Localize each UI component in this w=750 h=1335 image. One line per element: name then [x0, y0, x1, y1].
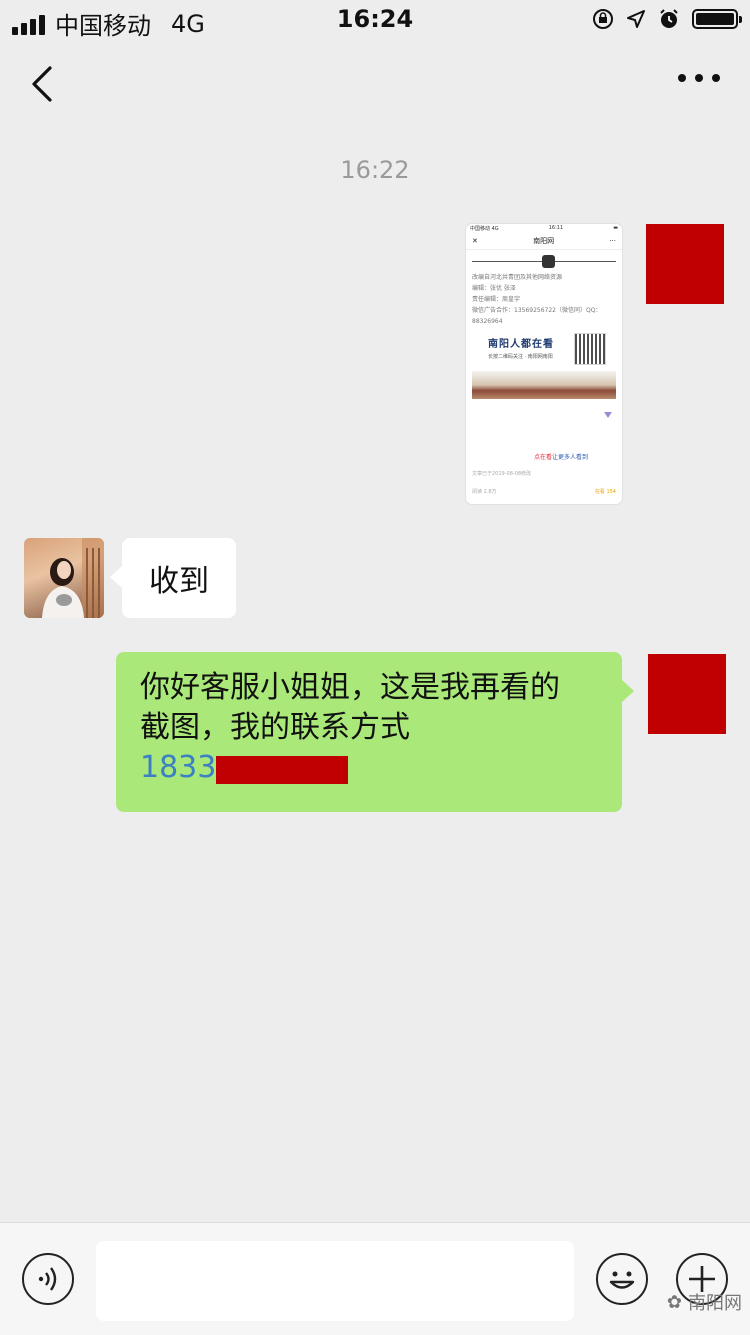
location-icon [627, 10, 645, 28]
shared-screenshot[interactable]: 中国移动 4G 16:11 ▬ ✕ 南阳网 ··· 改编自河北共青团及其他网络资… [466, 224, 622, 504]
mini-wow: 在看 154 [594, 489, 616, 495]
mini-title: 南阳网 [533, 237, 555, 245]
avatar-photo [42, 538, 104, 618]
mini-carrier: 中国移动 4G [470, 226, 499, 232]
sent-message-line: 截图，我的联系方式 [140, 710, 410, 745]
watermark: ✿ 南阳网 [667, 1289, 742, 1315]
voice-icon[interactable] [22, 1253, 74, 1305]
chat-input-bar: ✿ 南阳网 [0, 1222, 750, 1335]
sent-message-line: 你好客服小姐姐，这是我再看的 [140, 670, 560, 705]
phone-number-link[interactable]: 1833 [140, 748, 602, 788]
qr-code-icon [574, 333, 606, 365]
rotation-lock-icon [593, 9, 613, 29]
mini-line: 88326964 [472, 318, 503, 325]
status-icons [592, 8, 742, 30]
wechat-icon: ✿ [666, 1291, 682, 1313]
alarm-icon [660, 9, 678, 28]
message-input[interactable] [96, 1241, 574, 1321]
mini-arrow-icon [604, 412, 612, 418]
mini-battery-icon: ▬ [613, 225, 618, 231]
mini-banner: 南阳人都在看 长按二维码关注 · 南阳网南阳 [472, 331, 616, 371]
mini-navbar: ✕ 南阳网 ··· [466, 233, 622, 250]
mini-gate-image [472, 371, 616, 399]
watermark-text: 南阳网 [688, 1293, 742, 1314]
received-message-bubble[interactable]: 收到 [110, 538, 236, 618]
mini-cta: 点在看让更多人看到 [534, 454, 589, 461]
mini-line: 编辑：张优 张泽 [472, 285, 516, 292]
more-dots-icon[interactable] [678, 74, 720, 82]
avatar[interactable] [24, 538, 104, 618]
avatar[interactable] [648, 654, 726, 734]
chat-timestamp: 16:22 [340, 156, 410, 184]
mini-date: 文章已于2019-08-08修改 [472, 471, 532, 477]
chat-navbar [0, 44, 750, 124]
mini-status-bar: 中国移动 4G 16:11 ▬ [466, 224, 622, 233]
sent-message-bubble[interactable]: 你好客服小姐姐，这是我再看的 截图，我的联系方式 1833 [116, 652, 634, 812]
received-message-text: 收到 [149, 564, 209, 599]
mini-reads: 阅读 2.8万 [472, 489, 497, 495]
mini-banner-title: 南阳人都在看 [488, 339, 554, 350]
redaction-box [216, 756, 348, 784]
emoji-icon[interactable] [596, 1253, 648, 1305]
battery-icon [692, 9, 742, 29]
mini-banner-sub: 长按二维码关注 · 南阳网南阳 [488, 354, 553, 360]
status-bar: 中国移动 4G 16:24 [0, 0, 750, 40]
mini-time: 16:11 [548, 225, 564, 231]
mini-close-icon: ✕ [472, 237, 478, 245]
mini-line: 微信广告合作：13569256722（微信同）QQ： [472, 307, 602, 314]
mini-line: 改编自河北共青团及其他网络资源 [472, 274, 563, 281]
chevron-left-icon[interactable] [24, 62, 64, 106]
mini-more-icon: ··· [609, 237, 616, 245]
mini-line: 责任编辑：周皇宇 [472, 296, 521, 303]
avatar[interactable] [646, 224, 724, 304]
mini-divider [472, 254, 616, 268]
